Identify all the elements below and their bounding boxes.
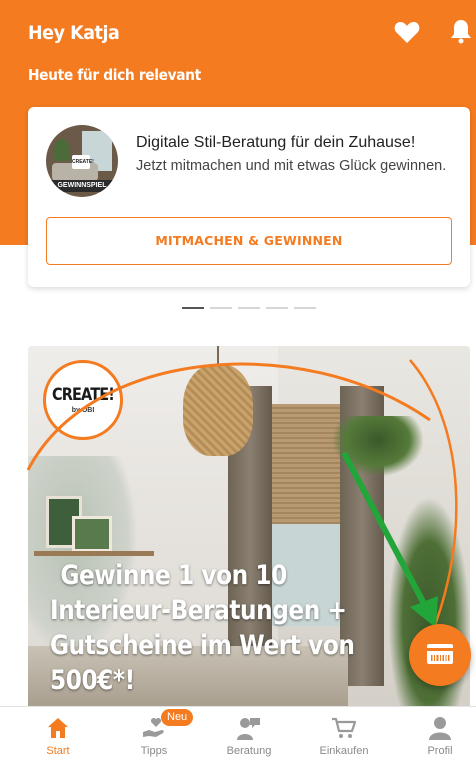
section-subtitle: Heute für dich relevant (28, 66, 201, 84)
card-icon (427, 644, 453, 664)
profile-icon (429, 717, 451, 740)
customer-card-button[interactable] (409, 624, 471, 686)
heart-icon[interactable] (394, 20, 420, 44)
create-logo: CREATE! by OBI (43, 360, 123, 440)
carousel-dot[interactable] (182, 307, 204, 309)
lamp-image (183, 364, 253, 456)
carousel-dot[interactable] (266, 307, 288, 309)
bell-icon[interactable] (450, 18, 472, 44)
banner-headline: Gewinne 1 von 10 Interieur-Beratungen + … (50, 560, 355, 696)
bottom-tab-bar: Start Tipps Beratung Einkaufen Profil (0, 706, 476, 760)
carousel-dot[interactable] (210, 307, 232, 309)
tab-einkaufen[interactable]: Einkaufen (304, 715, 384, 757)
carousel-dot[interactable] (294, 307, 316, 309)
plant-image (333, 416, 423, 476)
promo-card[interactable]: CREATE! GEWINNSPIEL Digitale Stil-Beratu… (28, 107, 470, 287)
home-icon (48, 718, 68, 738)
carousel-dot[interactable] (238, 307, 260, 309)
advice-icon (237, 718, 260, 740)
picture-frame (72, 516, 112, 552)
tab-start[interactable]: Start (18, 715, 98, 757)
carousel-indicator (182, 307, 316, 311)
tab-profil[interactable]: Profil (400, 715, 476, 757)
promo-title: Digitale Stil-Beratung für dein Zuhause! (136, 134, 416, 151)
promo-thumbnail: CREATE! GEWINNSPIEL (46, 125, 118, 197)
thumbnail-badge: GEWINNSPIEL (46, 180, 118, 192)
tab-beratung[interactable]: Beratung (209, 715, 289, 757)
greeting-title: Hey Katja (28, 22, 120, 44)
promo-text: Jetzt mitmachen und mit etwas Glück gewi… (136, 158, 447, 174)
cart-icon (332, 717, 357, 738)
promo-banner[interactable]: CREATE! by OBI Gewinne 1 von 10 Interieu… (28, 346, 470, 706)
new-badge: Neu (161, 709, 194, 726)
participate-button[interactable]: MITMACHEN & GEWINNEN (46, 217, 452, 265)
